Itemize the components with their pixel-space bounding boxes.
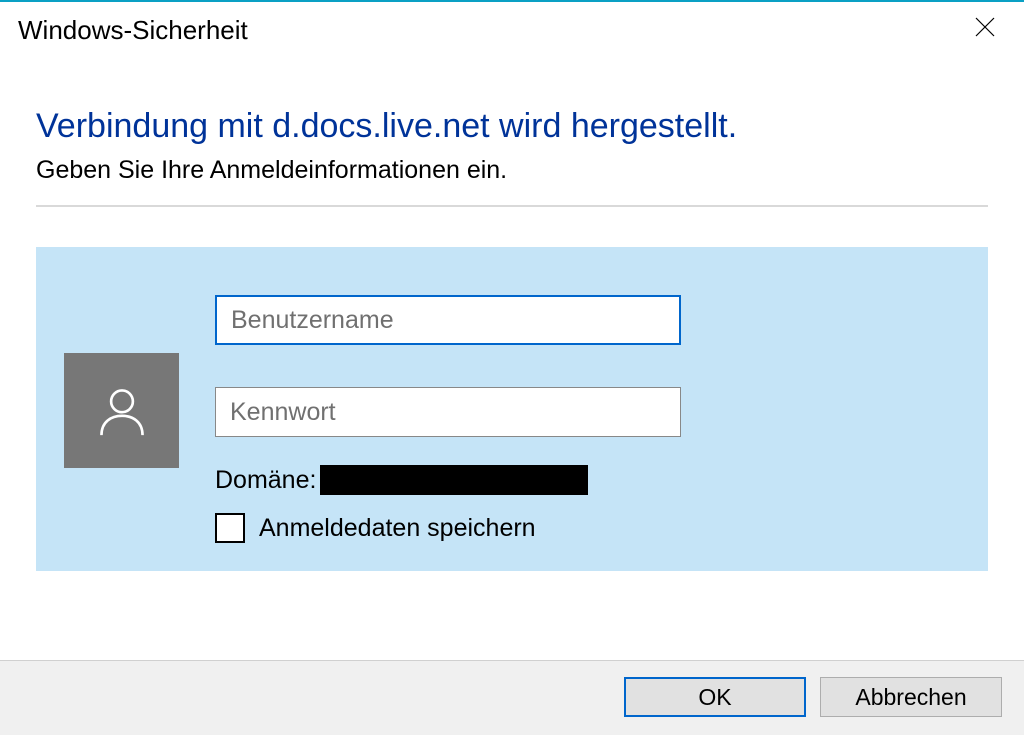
titlebar: Windows-Sicherheit	[0, 2, 1024, 57]
close-button[interactable]	[966, 12, 1004, 49]
credentials-panel: Domäne: Anmeldedaten speichern	[36, 247, 988, 571]
ok-button[interactable]: OK	[624, 677, 806, 717]
sub-heading: Geben Sie Ihre Anmeldeinformationen ein.	[36, 156, 988, 185]
domain-row: Domäne:	[215, 465, 960, 495]
main-heading: Verbindung mit d.docs.live.net wird herg…	[36, 107, 988, 146]
domain-label: Domäne:	[215, 466, 316, 495]
password-input[interactable]	[215, 387, 681, 437]
remember-checkbox[interactable]	[215, 513, 245, 543]
button-bar: OK Abbrechen	[0, 660, 1024, 735]
divider	[36, 205, 988, 207]
close-icon	[974, 16, 996, 38]
dialog-content: Verbindung mit d.docs.live.net wird herg…	[0, 57, 1024, 571]
domain-value-redacted	[320, 465, 588, 495]
cancel-button[interactable]: Abbrechen	[820, 677, 1002, 717]
username-input[interactable]	[215, 295, 681, 345]
avatar	[64, 353, 179, 468]
user-icon	[93, 382, 151, 440]
credential-fields: Domäne: Anmeldedaten speichern	[215, 295, 960, 543]
remember-label: Anmeldedaten speichern	[259, 514, 536, 543]
window-title: Windows-Sicherheit	[18, 15, 248, 46]
remember-row: Anmeldedaten speichern	[215, 513, 960, 543]
